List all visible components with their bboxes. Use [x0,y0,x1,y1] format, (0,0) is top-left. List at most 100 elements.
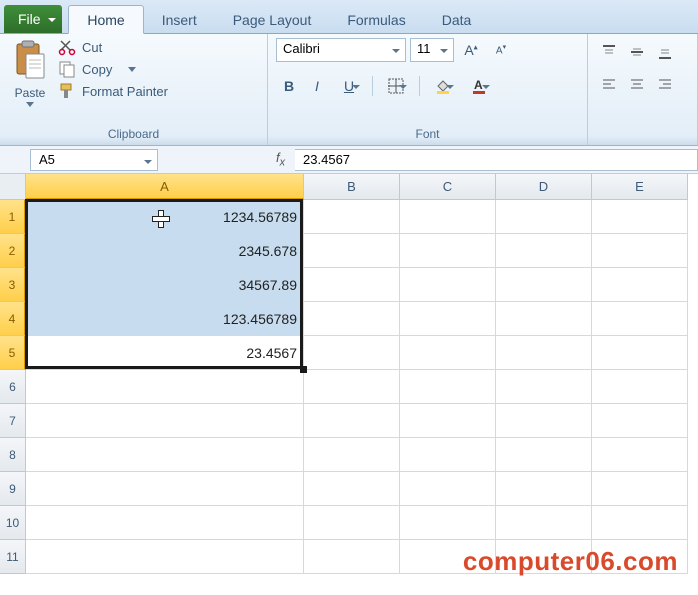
cell-C7[interactable] [400,404,496,438]
align-right-button[interactable] [652,72,678,96]
cell-A1[interactable]: 1234.56789 [26,200,304,234]
row-header-7[interactable]: 7 [0,404,26,438]
cell-B10[interactable] [304,506,400,540]
cell-C1[interactable] [400,200,496,234]
col-header-D[interactable]: D [496,174,592,200]
cell-E4[interactable] [592,302,688,336]
cell-A8[interactable] [26,438,304,472]
align-middle-button[interactable] [624,40,650,64]
cell-C2[interactable] [400,234,496,268]
copy-button[interactable]: Copy [58,60,168,78]
cells-area[interactable]: 1234.567892345.67834567.89123.45678923.4… [26,200,688,574]
font-size-select[interactable]: 11 [410,38,454,62]
cell-D2[interactable] [496,234,592,268]
cell-A2[interactable]: 2345.678 [26,234,304,268]
cell-C9[interactable] [400,472,496,506]
cell-D9[interactable] [496,472,592,506]
cell-C10[interactable] [400,506,496,540]
cell-C5[interactable] [400,336,496,370]
shrink-font-button[interactable]: A▾ [488,38,514,62]
cell-C6[interactable] [400,370,496,404]
cell-B9[interactable] [304,472,400,506]
font-color-button[interactable]: A [462,74,496,98]
fill-color-button[interactable] [426,74,460,98]
italic-button[interactable]: I [304,74,330,98]
cell-A4[interactable]: 123.456789 [26,302,304,336]
cell-B5[interactable] [304,336,400,370]
tab-page-layout[interactable]: Page Layout [215,6,330,33]
tab-home[interactable]: Home [68,5,143,34]
select-all-button[interactable] [0,174,26,200]
col-header-A[interactable]: A [26,174,304,200]
cell-B1[interactable] [304,200,400,234]
fill-handle[interactable] [300,366,307,373]
cell-E3[interactable] [592,268,688,302]
paste-button[interactable]: Paste [8,38,52,109]
cut-button[interactable]: Cut [58,38,168,56]
col-header-C[interactable]: C [400,174,496,200]
cell-E2[interactable] [592,234,688,268]
fx-icon[interactable]: fx [276,150,285,169]
row-header-6[interactable]: 6 [0,370,26,404]
cell-C3[interactable] [400,268,496,302]
cell-B4[interactable] [304,302,400,336]
cell-A10[interactable] [26,506,304,540]
cell-D1[interactable] [496,200,592,234]
cell-A3[interactable]: 34567.89 [26,268,304,302]
cell-D6[interactable] [496,370,592,404]
tab-formulas[interactable]: Formulas [329,6,423,33]
grow-font-button[interactable]: A▴ [458,38,484,62]
row-header-2[interactable]: 2 [0,234,26,268]
row-header-11[interactable]: 11 [0,540,26,574]
cell-B11[interactable] [304,540,400,574]
cell-D8[interactable] [496,438,592,472]
row-header-1[interactable]: 1 [0,200,26,234]
cell-E10[interactable] [592,506,688,540]
row-header-5[interactable]: 5 [0,336,26,370]
cell-B7[interactable] [304,404,400,438]
cell-E9[interactable] [592,472,688,506]
bold-button[interactable]: B [276,74,302,98]
row-header-8[interactable]: 8 [0,438,26,472]
cell-E6[interactable] [592,370,688,404]
cell-C8[interactable] [400,438,496,472]
cell-E1[interactable] [592,200,688,234]
cell-D10[interactable] [496,506,592,540]
cell-D3[interactable] [496,268,592,302]
cell-A11[interactable] [26,540,304,574]
cell-E5[interactable] [592,336,688,370]
col-header-E[interactable]: E [592,174,688,200]
cell-B3[interactable] [304,268,400,302]
tab-insert[interactable]: Insert [144,6,215,33]
cell-D7[interactable] [496,404,592,438]
cell-A9[interactable] [26,472,304,506]
tab-file[interactable]: File [4,5,62,33]
formula-input[interactable]: 23.4567 [295,149,698,171]
tab-data[interactable]: Data [424,6,490,33]
cell-C4[interactable] [400,302,496,336]
row-header-3[interactable]: 3 [0,268,26,302]
cell-E8[interactable] [592,438,688,472]
cell-D4[interactable] [496,302,592,336]
cell-A7[interactable] [26,404,304,438]
col-header-B[interactable]: B [304,174,400,200]
cell-D5[interactable] [496,336,592,370]
cell-E7[interactable] [592,404,688,438]
align-left-button[interactable] [596,72,622,96]
cell-B6[interactable] [304,370,400,404]
row-header-9[interactable]: 9 [0,472,26,506]
align-center-button[interactable] [624,72,650,96]
row-header-4[interactable]: 4 [0,302,26,336]
borders-button[interactable] [379,74,413,98]
underline-button[interactable]: U [332,74,366,98]
align-top-button[interactable] [596,40,622,64]
row-header-10[interactable]: 10 [0,506,26,540]
cell-A5[interactable]: 23.4567 [26,336,304,370]
name-box[interactable]: A5 [30,149,158,171]
cell-B2[interactable] [304,234,400,268]
format-painter-button[interactable]: Format Painter [58,82,168,100]
align-bottom-button[interactable] [652,40,678,64]
cell-A6[interactable] [26,370,304,404]
cell-B8[interactable] [304,438,400,472]
font-name-select[interactable]: Calibri [276,38,406,62]
